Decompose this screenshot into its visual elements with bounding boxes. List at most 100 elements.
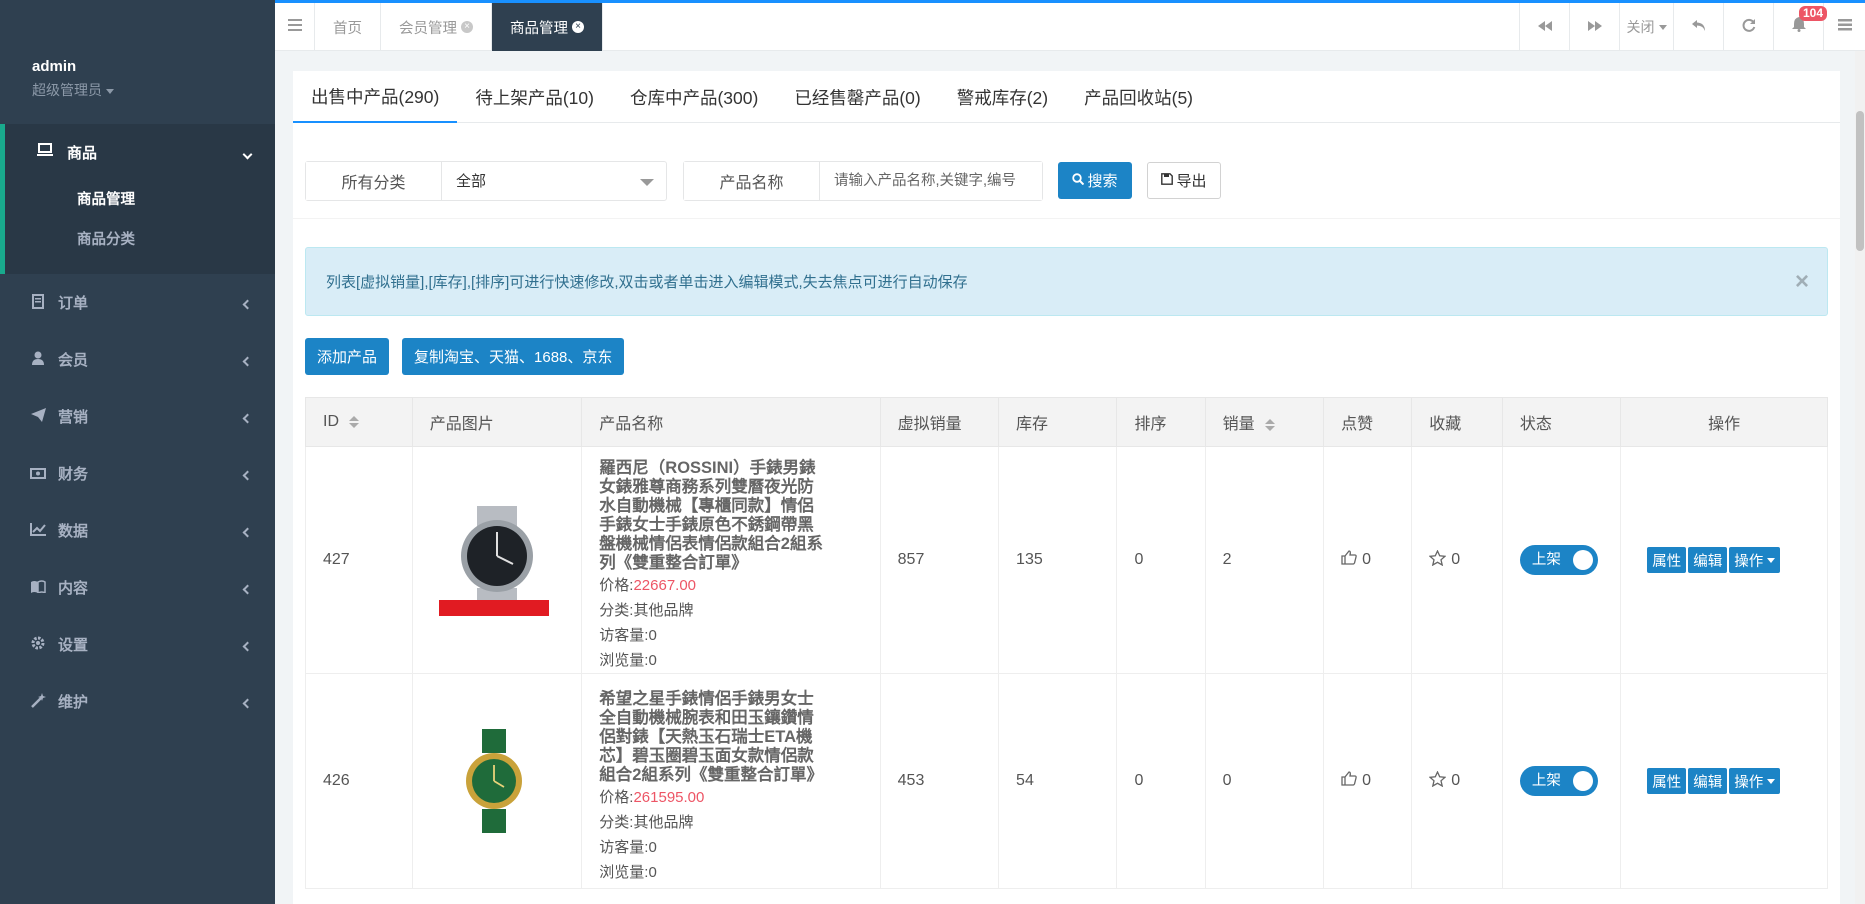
column-header-operations: 操作 — [1620, 397, 1828, 447]
product-image[interactable] — [430, 706, 558, 856]
back-button[interactable] — [1673, 3, 1723, 51]
add-product-button[interactable]: 添加产品 — [305, 338, 390, 375]
order-icon — [30, 293, 46, 312]
cell-sort[interactable]: 0 — [1116, 673, 1206, 889]
cell-virtual-sales[interactable]: 857 — [879, 446, 1000, 674]
close-icon[interactable]: × — [461, 21, 473, 33]
product-name[interactable]: 希望之星手錶情侶手錶男女士全自動機械腕表和田玉鑲鑽情侶對錶【天熱玉石瑞士ETA機… — [599, 678, 829, 785]
sidebar-item-label: 会员 — [58, 352, 89, 369]
likes-count: 0 — [1362, 772, 1371, 789]
scroll-tabs-left-button[interactable] — [1519, 3, 1569, 51]
scrollbar-thumb[interactable] — [1856, 111, 1864, 251]
tab-sold-out[interactable]: 已经售罄产品(0) — [776, 71, 938, 123]
menu-products: 商品 商品管理 商品分类 — [0, 124, 275, 274]
cell-likes: 0 — [1323, 673, 1413, 889]
product-name-input[interactable] — [820, 161, 1042, 200]
chart-icon — [30, 522, 46, 539]
favorites-count: 0 — [1451, 551, 1461, 568]
export-button[interactable]: 导出 — [1147, 162, 1221, 199]
attributes-button[interactable]: 属性 — [1647, 547, 1687, 573]
sidebar-item-finance[interactable]: 财务 — [0, 445, 275, 502]
product-image[interactable] — [430, 485, 558, 635]
category-filter: 所有分类 全部 — [305, 160, 667, 201]
close-icon[interactable]: × — [1795, 268, 1809, 296]
product-views: 浏览量:0 — [599, 652, 657, 669]
cell-id: 427 — [305, 446, 413, 674]
tab-low-stock[interactable]: 警戒库存(2) — [939, 71, 1066, 123]
tab-member-management[interactable]: 会员管理 × — [381, 3, 492, 51]
dropdown-arrow-icon — [640, 178, 654, 186]
edit-button[interactable]: 编辑 — [1688, 768, 1728, 794]
refresh-button[interactable] — [1723, 3, 1773, 51]
name-label: 产品名称 — [684, 161, 820, 200]
sort-icon — [349, 415, 359, 428]
operations-dropdown[interactable]: 操作 — [1729, 768, 1781, 794]
copy-products-button[interactable]: 复制淘宝、天猫、1688、京东 — [402, 338, 625, 375]
star-icon — [1428, 769, 1447, 792]
thumbs-up-icon — [1341, 550, 1357, 570]
tab-product-management[interactable]: 商品管理 × — [492, 3, 603, 51]
scroll-tabs-right-button[interactable] — [1569, 3, 1619, 51]
sidebar-item-members[interactable]: 会员 — [0, 331, 275, 388]
product-name[interactable]: 羅西尼（ROSSINI）手錶男錶女錶雅尊商務系列雙曆夜光防水自動機械【專櫃同款】… — [599, 447, 829, 573]
cell-image — [411, 446, 583, 674]
page-scrollbar[interactable] — [1855, 51, 1865, 904]
sidebar-item-settings[interactable]: 设置 — [0, 616, 275, 673]
menu-toggle-button[interactable] — [275, 3, 315, 51]
sidebar-item-content[interactable]: 内容 — [0, 559, 275, 616]
category-select[interactable]: 全部 — [442, 162, 666, 200]
attributes-button[interactable]: 属性 — [1647, 768, 1687, 794]
sidebar-item-orders[interactable]: 订单 — [0, 274, 275, 331]
sidebar-item-maintenance[interactable]: 维护 — [0, 673, 275, 730]
product-price: 价格:22667.00 — [599, 573, 879, 598]
name-filter: 产品名称 — [683, 160, 1043, 201]
chevron-left-icon — [242, 295, 253, 312]
user-role-dropdown[interactable]: 超级管理员 — [32, 80, 275, 100]
tab-warehouse[interactable]: 仓库中产品(300) — [612, 71, 776, 123]
send-icon — [30, 408, 46, 425]
cell-sort[interactable]: 0 — [1116, 446, 1206, 674]
price-label: 价格: — [599, 788, 634, 806]
tab-pending[interactable]: 待上架产品(10) — [457, 71, 612, 123]
cell-virtual-sales[interactable]: 453 — [879, 673, 1000, 889]
tab-home[interactable]: 首页 — [315, 3, 381, 51]
close-tabs-dropdown[interactable]: 关闭 — [1619, 3, 1673, 51]
notifications-button[interactable]: 104 — [1773, 3, 1828, 51]
cell-stock[interactable]: 135 — [998, 446, 1118, 674]
cell-status: 上架 — [1501, 673, 1622, 889]
user-profile: admin 超级管理员 — [0, 0, 275, 124]
caret-down-icon — [1767, 557, 1776, 563]
product-visitors: 访客量:0 — [599, 627, 657, 644]
price-value: 261595.00 — [633, 788, 705, 806]
alert-text: 列表[虚拟销量],[库存],[排序]可进行快速修改,双击或者单击进入编辑模式,失… — [326, 274, 968, 291]
tab-on-sale[interactable]: 出售中产品(290) — [293, 71, 458, 123]
laptop-icon — [37, 143, 53, 161]
sidebar-item-label: 订单 — [58, 295, 89, 312]
refresh-icon — [1742, 18, 1756, 37]
user-name: admin — [32, 58, 77, 75]
cell-stock[interactable]: 54 — [998, 673, 1118, 889]
header-label: ID — [323, 413, 339, 430]
right-sidebar-toggle[interactable] — [1823, 3, 1865, 51]
sidebar-item-product-category[interactable]: 商品分类 — [5, 220, 275, 260]
operations-dropdown[interactable]: 操作 — [1729, 547, 1781, 573]
edit-button[interactable]: 编辑 — [1688, 547, 1728, 573]
cell-likes: 0 — [1323, 446, 1413, 674]
thumbs-up-icon — [1341, 771, 1357, 791]
sidebar-item-product-management[interactable]: 商品管理 — [5, 180, 275, 220]
close-icon[interactable]: × — [572, 21, 584, 33]
sidebar-item-label: 内容 — [58, 580, 89, 597]
column-header-id[interactable]: ID — [305, 397, 413, 447]
status-toggle[interactable]: 上架 — [1519, 766, 1598, 796]
search-icon — [1072, 172, 1085, 189]
status-label: 上架 — [1531, 552, 1561, 568]
column-header-sales[interactable]: 销量 — [1204, 397, 1325, 447]
sidebar-item-data[interactable]: 数据 — [0, 502, 275, 559]
menu-products-header[interactable]: 商品 — [5, 124, 275, 180]
status-toggle[interactable]: 上架 — [1519, 545, 1598, 575]
sidebar-item-marketing[interactable]: 营销 — [0, 388, 275, 445]
product-category: 分类:其他品牌 — [599, 813, 694, 831]
search-button[interactable]: 搜索 — [1058, 162, 1132, 199]
tab-recycle-bin[interactable]: 产品回收站(5) — [1066, 71, 1211, 123]
tab-label: 商品管理 — [510, 20, 568, 37]
